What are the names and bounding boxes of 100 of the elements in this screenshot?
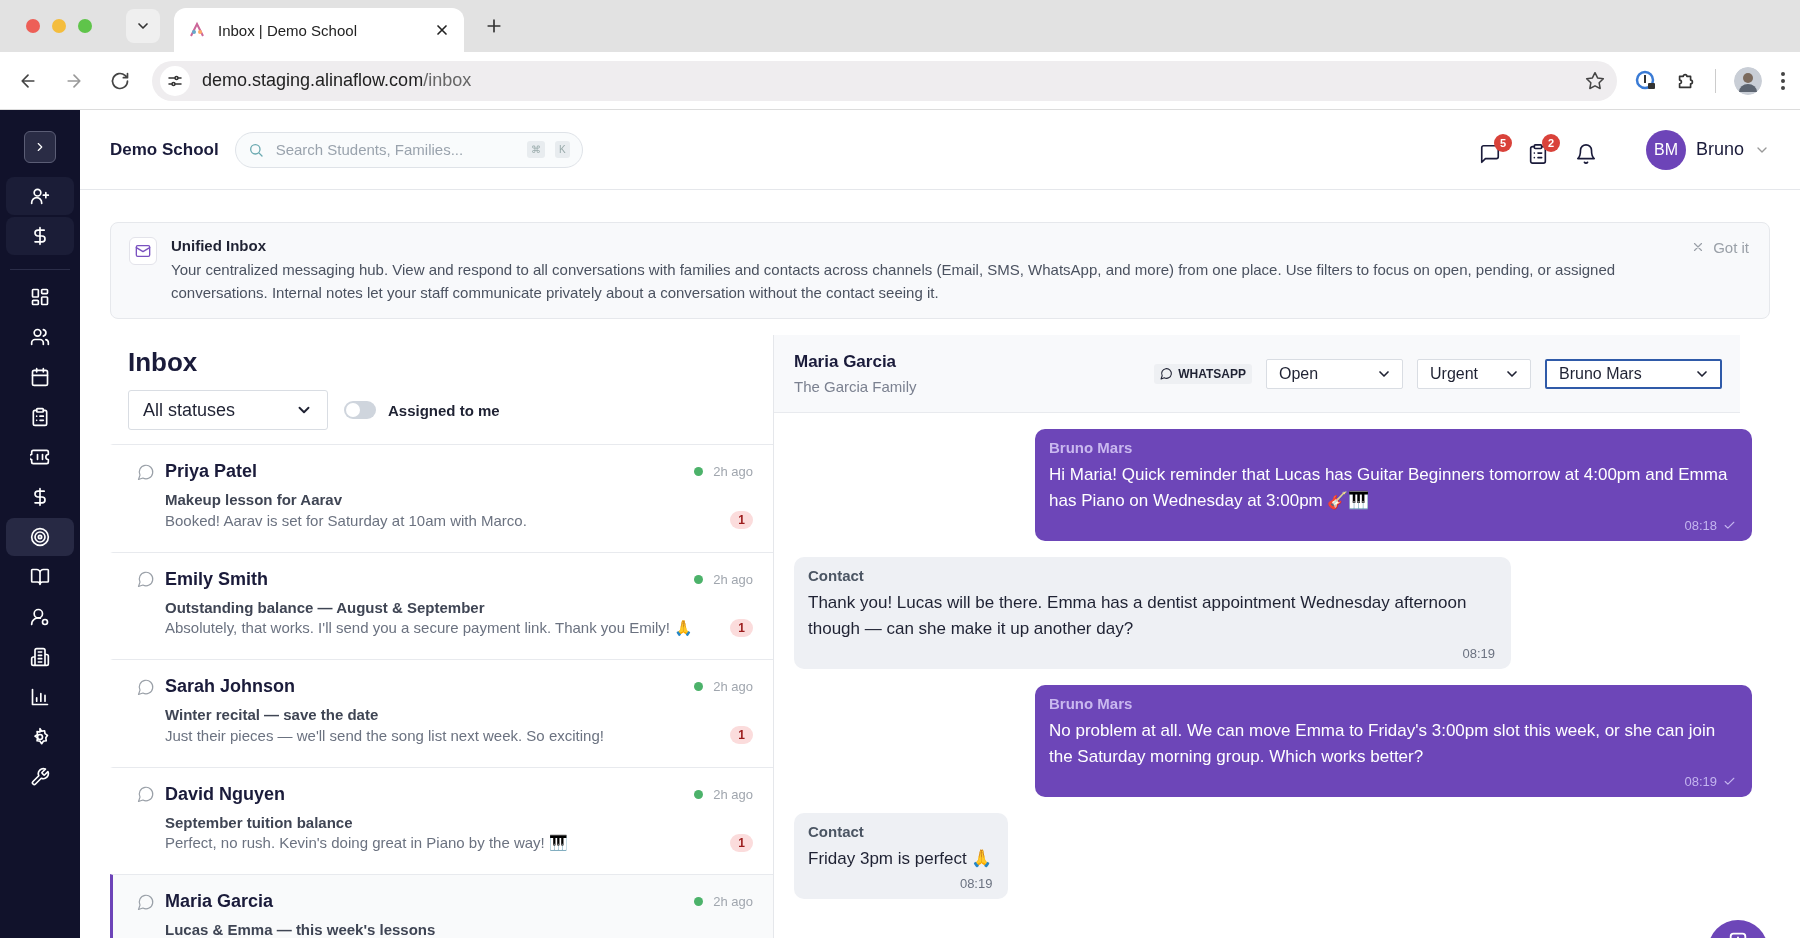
message-preview: Absolutely, that works. I'll send you a secure payment link. Thank you Emily! 🙏	[165, 618, 695, 637]
target-icon	[30, 527, 50, 547]
toggle-switch[interactable]	[344, 401, 376, 419]
more-menu-icon[interactable]	[1780, 70, 1786, 91]
count-badge: 2	[1541, 134, 1560, 152]
message-text: Friday 3pm is perfect 🙏	[808, 848, 993, 870]
count-badge: 5	[1493, 134, 1512, 152]
priority-dropdown[interactable]: Urgent	[1417, 358, 1531, 389]
banner-title: Unified Inbox	[171, 237, 267, 254]
close-icon[interactable]	[434, 22, 450, 38]
status-dropdown[interactable]: Open	[1266, 358, 1403, 389]
conversation-subject: September tuition balance	[165, 813, 354, 831]
logo-icon	[188, 21, 206, 39]
user-menu[interactable]: BM Bruno	[1645, 129, 1770, 170]
user-plus-icon	[30, 186, 50, 206]
user-gear-icon	[30, 607, 50, 627]
close-window-button[interactable]	[26, 19, 40, 33]
ticket-icon	[30, 447, 50, 467]
contact-name: David Nguyen	[165, 783, 287, 805]
messages-button[interactable]: 5	[1478, 134, 1512, 165]
status-filter-dropdown[interactable]: All statuses	[128, 390, 328, 430]
bell-icon	[1574, 143, 1597, 165]
tab-list-button[interactable]	[126, 9, 160, 43]
sender-name: Contact	[808, 823, 865, 840]
users-icon	[30, 327, 50, 347]
message-preview: Perfect, no rush. Kevin's doing great in Piano by the way! 🎹	[165, 833, 569, 852]
dashboard-icon	[30, 287, 50, 307]
status-dot	[694, 574, 704, 584]
reload-icon	[110, 70, 130, 91]
conversation-subject: Lucas & Emma — this week's lessons	[165, 921, 437, 938]
unread-count: 1	[730, 726, 753, 744]
timestamp: 2h ago	[713, 679, 753, 694]
status-dot	[694, 682, 704, 691]
star-icon[interactable]	[1585, 70, 1605, 91]
banner-text: Your centralized messaging hub. View and respond to all conversations with families and contacts across channels (Email, SMS, WhatsApp, and more) from one place. Use filters to focus on open, pending, or assigned conversations. Internal notes let your staff communicate privately about a conversation without the contact seeing it.	[171, 260, 1617, 303]
family-name: The Garcia Family	[794, 378, 918, 395]
shortcut-key: K	[554, 141, 570, 158]
contact-name: Emily Smith	[165, 568, 270, 590]
chat-bubble-icon	[137, 677, 155, 696]
tab-title: Inbox | Demo School	[218, 21, 358, 39]
address-bar[interactable]: demo.staging.alinaflow.com/inbox	[152, 60, 1617, 101]
wrench-icon	[30, 767, 50, 787]
unread-count: 1	[730, 833, 753, 852]
timestamp: 2h ago	[713, 894, 753, 909]
conversation-subject: Winter recital — save the date	[165, 706, 380, 723]
check-icon	[1723, 775, 1736, 788]
sender-name: Contact	[808, 567, 865, 584]
assignee-dropdown[interactable]: Bruno Mars	[1545, 358, 1722, 389]
user-avatar: BM	[1645, 129, 1686, 170]
message-preview: Just their pieces — we'll send the song list next week. So exciting!	[165, 726, 605, 744]
tasks-button[interactable]: 2	[1526, 134, 1560, 165]
assigned-to-me-toggle[interactable]: Assigned to me	[344, 401, 500, 419]
chat-bubble-icon	[137, 570, 155, 588]
message-time: 08:19	[1684, 774, 1717, 789]
school-name: Demo School	[110, 139, 219, 160]
chat-bubble-icon	[137, 785, 155, 803]
message-text: No problem at all. We can move Emma to Friday's 3:00pm slot this week, or she can join the Saturday morning group. Which works better?	[1049, 720, 1717, 768]
message-time: 08:18	[1684, 518, 1717, 533]
sidebar-item[interactable]	[6, 518, 74, 556]
unread-count: 1	[730, 618, 753, 637]
message-time: 08:19	[959, 876, 993, 891]
quick-action-button[interactable]	[6, 177, 74, 215]
calendar-icon	[30, 367, 50, 387]
search-input[interactable]: Search Students, Families...	[273, 140, 517, 159]
message-time: 08:19	[1462, 646, 1495, 661]
profile-avatar[interactable]	[1734, 66, 1762, 95]
building-icon	[30, 647, 50, 667]
shortcut-key: ⌘	[526, 141, 545, 158]
check-icon	[1723, 519, 1736, 532]
browser-tab[interactable]: Inbox | Demo School	[174, 8, 464, 52]
sender-name: Bruno Mars	[1049, 439, 1134, 456]
message-text: Hi Maria! Quick reminder that Lucas has Guitar Beginners tomorrow at 4:00pm and Emma has Piano on Wednesday at 3:00pm 🎸🎹	[1049, 464, 1729, 512]
timestamp: 2h ago	[713, 464, 753, 479]
message-preview: Booked! Aarav is set for Saturday at 10am with Marco.	[165, 511, 528, 529]
contact-name: Priya Patel	[165, 461, 259, 482]
inbox-title: Inbox	[128, 347, 199, 378]
message-text: Thank you! Lucas will be there. Emma has a dentist appointment Wednesday afternoon though — can she make it up another day?	[808, 592, 1468, 640]
expand-sidebar-button[interactable]	[24, 131, 56, 163]
sender-name: Bruno Mars	[1049, 695, 1134, 712]
book-icon	[30, 567, 50, 587]
timestamp: 2h ago	[713, 786, 753, 802]
status-dot	[694, 897, 704, 906]
conversation-subject: Outstanding balance — August & September	[165, 598, 486, 616]
conversation-subject: Makeup lesson for Aarav	[165, 491, 343, 508]
status-dot	[694, 789, 704, 799]
chat-bubble-icon	[1160, 367, 1174, 380]
quick-action-button[interactable]	[6, 217, 74, 255]
contact-name: Sarah Johnson	[165, 676, 297, 697]
chat-icon	[1478, 143, 1501, 165]
unread-count: 1	[730, 511, 753, 529]
chat-bubble-icon	[137, 892, 155, 911]
contact-name: Maria Garcia	[794, 352, 898, 372]
clipboard-icon	[30, 407, 50, 427]
status-dot	[694, 467, 704, 476]
conversation-item[interactable]: Maria Garcia 2h ago Lucas & Emma — this week's lessons	[110, 874, 773, 938]
password-manager-icon[interactable]	[1635, 69, 1657, 92]
channel-tag: WHATSAPP	[1154, 363, 1252, 384]
timestamp: 2h ago	[713, 571, 753, 587]
bar-chart-icon	[30, 687, 50, 707]
mail-glyph-icon	[135, 243, 151, 259]
